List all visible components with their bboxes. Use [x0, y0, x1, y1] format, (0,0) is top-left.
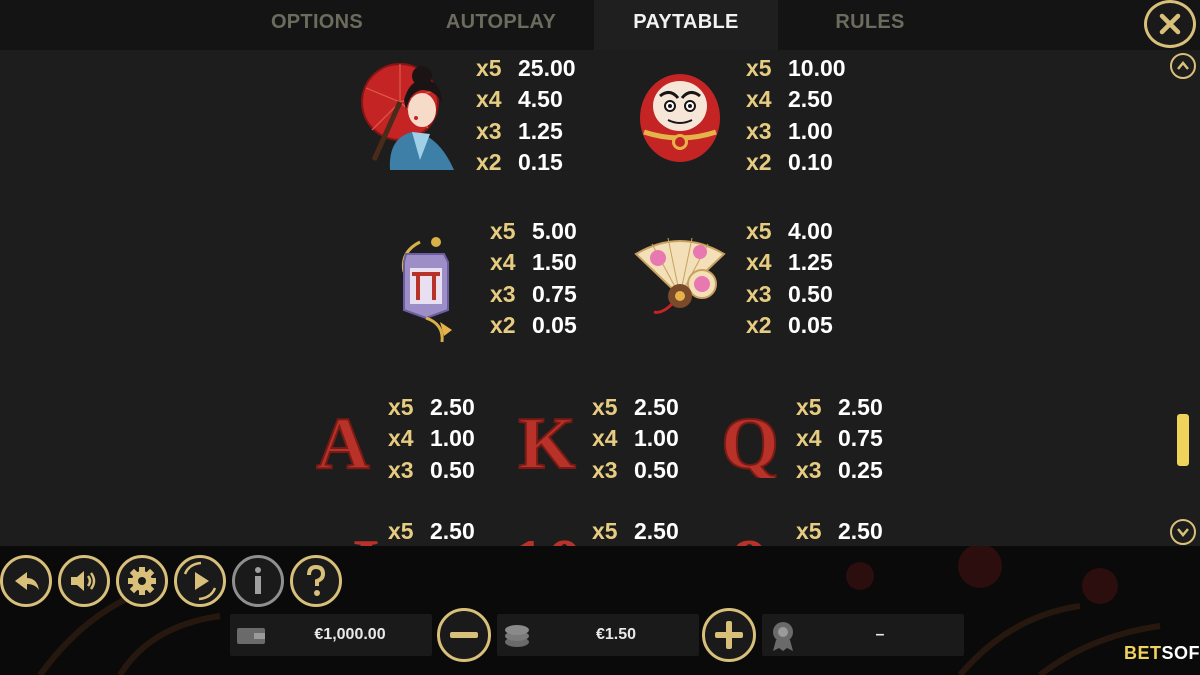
- paytable-row: x5 25.00: [476, 55, 576, 81]
- wallet-icon: [237, 628, 265, 644]
- bet-value: €1.50: [595, 626, 637, 643]
- paytable-row: x5 2.50: [796, 518, 883, 544]
- letter-a-symbol: A: [315, 404, 370, 476]
- svg-text:10: 10: [509, 525, 583, 546]
- paytable-row: x5 2.50: [388, 518, 475, 544]
- tab-autoplay[interactable]: AUTOPLAY: [412, 0, 590, 50]
- paytable-row: x5 2.50: [796, 394, 883, 420]
- paytable-row: x4 2.50: [746, 86, 833, 113]
- increase-bet-button[interactable]: [702, 608, 756, 662]
- scrollbar-thumb[interactable]: [1177, 414, 1189, 466]
- control-bar: €1,000.00 €1.50 –: [0, 546, 1200, 675]
- paytable-row: x4 1.00: [592, 425, 679, 452]
- paytable-row: x4 1.25: [746, 249, 833, 276]
- award-icon: [773, 622, 793, 651]
- coins-icon: [505, 625, 529, 647]
- svg-text:9: 9: [732, 525, 769, 546]
- gear-icon: [128, 567, 156, 595]
- info-icon: [255, 567, 261, 594]
- settings-button[interactable]: [116, 555, 168, 607]
- paytable-row: x3 1.25: [476, 117, 563, 144]
- paytable-row: x5 4.00: [746, 218, 833, 244]
- number-9-symbol: 9: [732, 525, 769, 546]
- paytable-row: x5 2.50: [592, 518, 679, 544]
- svg-text:Q: Q: [721, 404, 779, 478]
- omamori-charm-symbol-icon: [401, 237, 452, 343]
- balance-value: €1,000.00: [314, 626, 386, 643]
- plus-icon: [715, 621, 743, 649]
- tab-bar: OPTIONS AUTOPLAY PAYTABLE RULES: [0, 0, 1200, 50]
- help-icon: [307, 564, 326, 596]
- tab-rules[interactable]: RULES: [790, 0, 950, 50]
- paytable-row: x5 10.00: [746, 55, 846, 81]
- svg-text:A: A: [316, 404, 369, 476]
- decrease-bet-button[interactable]: [437, 608, 491, 662]
- paytable-row: x4 1.00: [388, 425, 475, 452]
- help-button[interactable]: [290, 555, 342, 607]
- win-value: –: [875, 626, 885, 643]
- paytable-row: x2 0.05: [746, 311, 833, 338]
- paytable-row: x2 0.10: [746, 148, 833, 175]
- svg-text:K: K: [518, 404, 576, 476]
- paytable-row: x2 0.15: [476, 148, 563, 175]
- sound-button[interactable]: [58, 555, 110, 607]
- autoplay-button[interactable]: [174, 555, 226, 607]
- close-icon: [1159, 13, 1181, 35]
- fan-symbol-icon: [634, 237, 726, 314]
- paytable-row: x3 0.50: [746, 280, 833, 307]
- paytable-row: x5 2.50: [388, 394, 475, 420]
- back-icon: [15, 572, 39, 590]
- letter-j-symbol: J: [343, 525, 380, 546]
- betsoft-logo: BETSOFT: [1124, 643, 1200, 663]
- paytable-panel: x5 25.00 x4 4.50 x3 1.25 x2 0.15 x5 10.00 x4 2…: [0, 50, 1200, 546]
- back-button[interactable]: [0, 555, 52, 607]
- geisha-symbol-icon: [361, 63, 454, 170]
- number-10-symbol: 10: [509, 525, 583, 546]
- chevron-up-icon: [1177, 61, 1189, 70]
- autoplay-icon: [183, 561, 217, 601]
- paytable-row: x4 0.75: [796, 425, 883, 452]
- tab-options[interactable]: OPTIONS: [240, 0, 394, 50]
- minus-icon: [450, 632, 478, 638]
- paytable-row: x2 0.05: [490, 311, 577, 338]
- paytable-row: x3 0.50: [592, 456, 679, 483]
- close-button[interactable]: [1144, 0, 1196, 48]
- paytable-row: x5 2.50: [592, 394, 679, 420]
- sound-icon: [71, 571, 96, 591]
- paytable-row: x3 1.00: [746, 117, 833, 144]
- paytable-row: x3 0.50: [388, 456, 475, 483]
- chevron-down-icon: [1177, 528, 1189, 537]
- paytable-row: x4 1.50: [490, 249, 577, 276]
- svg-text:J: J: [343, 525, 380, 546]
- paytable-row: x5 5.00: [490, 218, 577, 244]
- letter-k-symbol: K: [517, 404, 577, 476]
- info-button[interactable]: [232, 555, 284, 607]
- letter-q-symbol: Q: [720, 404, 780, 478]
- paytable-row: x3 0.75: [490, 280, 577, 307]
- scroll-up-button[interactable]: [1170, 53, 1196, 79]
- tab-paytable[interactable]: PAYTABLE: [594, 0, 778, 50]
- daruma-symbol-icon: [640, 74, 720, 162]
- paytable-row: x4 4.50: [476, 86, 563, 113]
- paytable-row: x3 0.25: [796, 456, 883, 483]
- scroll-down-button[interactable]: [1170, 519, 1196, 545]
